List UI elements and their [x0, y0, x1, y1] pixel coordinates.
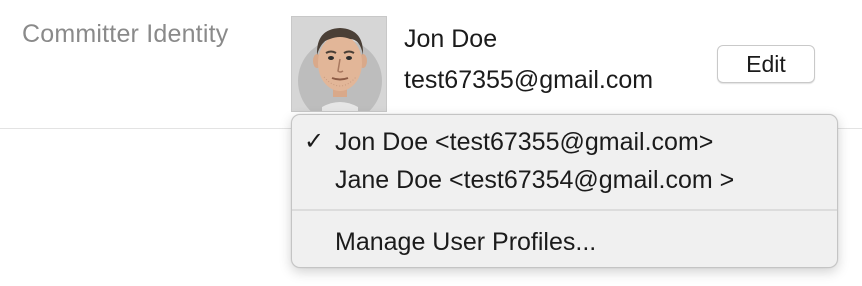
menu-item-label: Manage User Profiles... — [335, 228, 597, 256]
committer-email: test67355@gmail.com — [404, 66, 654, 94]
committer-identity-label: Committer Identity — [22, 20, 229, 48]
committer-name: Jon Doe — [404, 25, 498, 53]
avatar[interactable] — [291, 16, 387, 112]
menu-item-jon-doe[interactable]: ✓ Jon Doe <test67355@gmail.com> — [292, 123, 837, 161]
menu-separator — [292, 209, 837, 211]
checkmark-icon: ✓ — [304, 128, 325, 155]
committer-identity-panel: Committer Identity Jon Doe test67355@gma… — [0, 0, 862, 286]
menu-item-label: Jane Doe <test67354@gmail.com > — [335, 166, 735, 194]
cartoon-face-avatar-icon — [292, 17, 386, 111]
edit-button[interactable]: Edit — [717, 45, 815, 83]
menu-item-label: Jon Doe <test67355@gmail.com> — [335, 128, 714, 156]
identity-dropdown-menu: ✓ Jon Doe <test67355@gmail.com> Jane Doe… — [291, 114, 838, 268]
menu-item-jane-doe[interactable]: Jane Doe <test67354@gmail.com > — [292, 161, 837, 199]
menu-item-manage-user-profiles[interactable]: Manage User Profiles... — [292, 223, 837, 261]
